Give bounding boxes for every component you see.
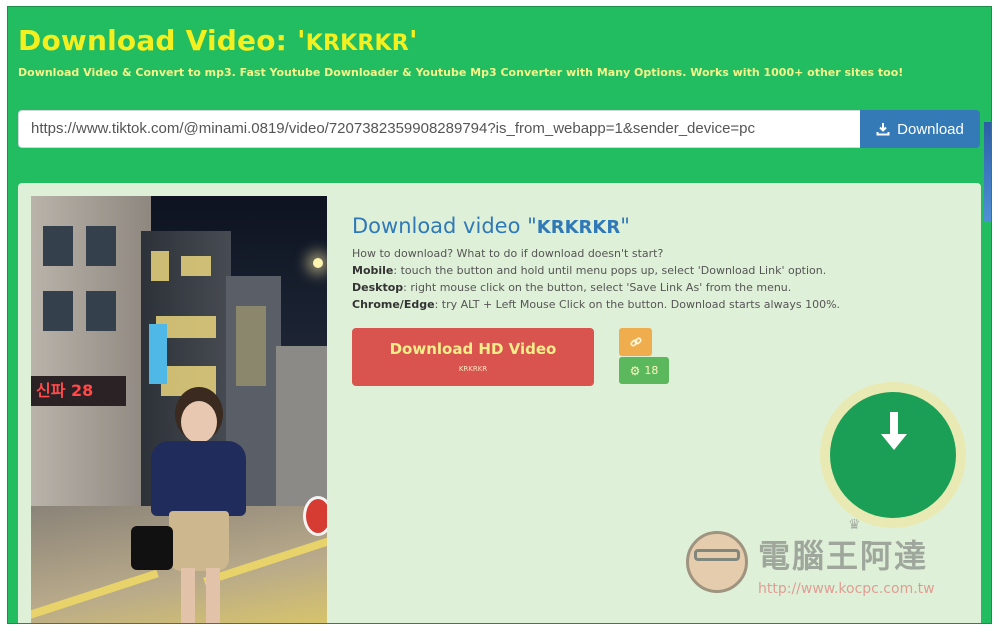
page-title-video-name: KRKRKR: [305, 31, 409, 56]
page-frame: Download Video: 'KRKRKR' Download Video …: [7, 6, 992, 624]
result-title-video-name: KRKRKR: [536, 217, 621, 238]
result-panel: 신파 28 Download video "KRKRKR" How to dow…: [18, 183, 981, 623]
thumb-streetlight: [313, 258, 323, 268]
download-button-label: Download: [897, 120, 964, 138]
download-instructions: How to download? What to do if download …: [352, 245, 872, 313]
watermark-glasses-icon: [694, 549, 740, 561]
thumb-road-sign: [303, 496, 327, 536]
page-subtitle: Download Video & Convert to mp3. Fast Yo…: [18, 66, 904, 79]
thumb-blue-sign: [149, 324, 167, 384]
instructions-mobile: Mobile: touch the button and hold until …: [352, 264, 827, 277]
download-arrow-icon: [881, 412, 907, 450]
thumb-person-head: [181, 401, 217, 443]
side-scroll-strip: [984, 122, 991, 222]
hd-button-label: Download HD Video: [389, 340, 557, 358]
result-title: Download video "KRKRKR": [352, 214, 630, 238]
watermark-logo: ♛ 電腦王阿達 http://www.kocpc.com.tw: [678, 517, 978, 623]
video-thumbnail[interactable]: 신파 28: [31, 196, 327, 623]
watermark-title: 電腦王阿達: [758, 537, 929, 575]
page-title-suffix: ': [408, 24, 418, 57]
result-title-prefix: Download video ": [352, 214, 537, 238]
copy-link-button[interactable]: [619, 328, 652, 356]
page-title-prefix: Download Video: ': [18, 24, 306, 57]
instructions-chrome: Chrome/Edge: try ALT + Left Mouse Click …: [352, 298, 841, 311]
gear-icon: ⚙: [629, 363, 641, 378]
download-button[interactable]: Download: [860, 110, 980, 148]
floating-download-button[interactable]: [830, 392, 956, 518]
watermark-face-icon: [686, 531, 748, 593]
settings-count-button[interactable]: ⚙ 18: [619, 357, 669, 384]
link-icon: [629, 337, 642, 347]
download-hd-video-button[interactable]: Download HD Video KRKRKR: [352, 328, 594, 386]
thumb-person-leg: [181, 568, 195, 623]
instructions-intro: How to download? What to do if download …: [352, 247, 664, 260]
thumb-shop-sign: 신파 28: [31, 376, 126, 406]
page-title: Download Video: 'KRKRKR': [18, 24, 418, 57]
thumb-person-leg: [206, 568, 220, 623]
count-value: 18: [644, 364, 659, 377]
download-icon: [876, 123, 890, 136]
hd-button-sublabel: KRKRKR: [458, 365, 488, 373]
thumb-handbag: [131, 526, 173, 570]
thumb-person-skirt: [169, 511, 229, 571]
thumb-building-far: [276, 346, 327, 516]
watermark-url: http://www.kocpc.com.tw: [758, 581, 935, 597]
url-input[interactable]: https://www.tiktok.com/@minami.0819/vide…: [18, 110, 860, 148]
instructions-desktop: Desktop: right mouse click on the button…: [352, 281, 792, 294]
thumb-person-body: [151, 441, 246, 516]
result-title-suffix: ": [620, 214, 630, 238]
